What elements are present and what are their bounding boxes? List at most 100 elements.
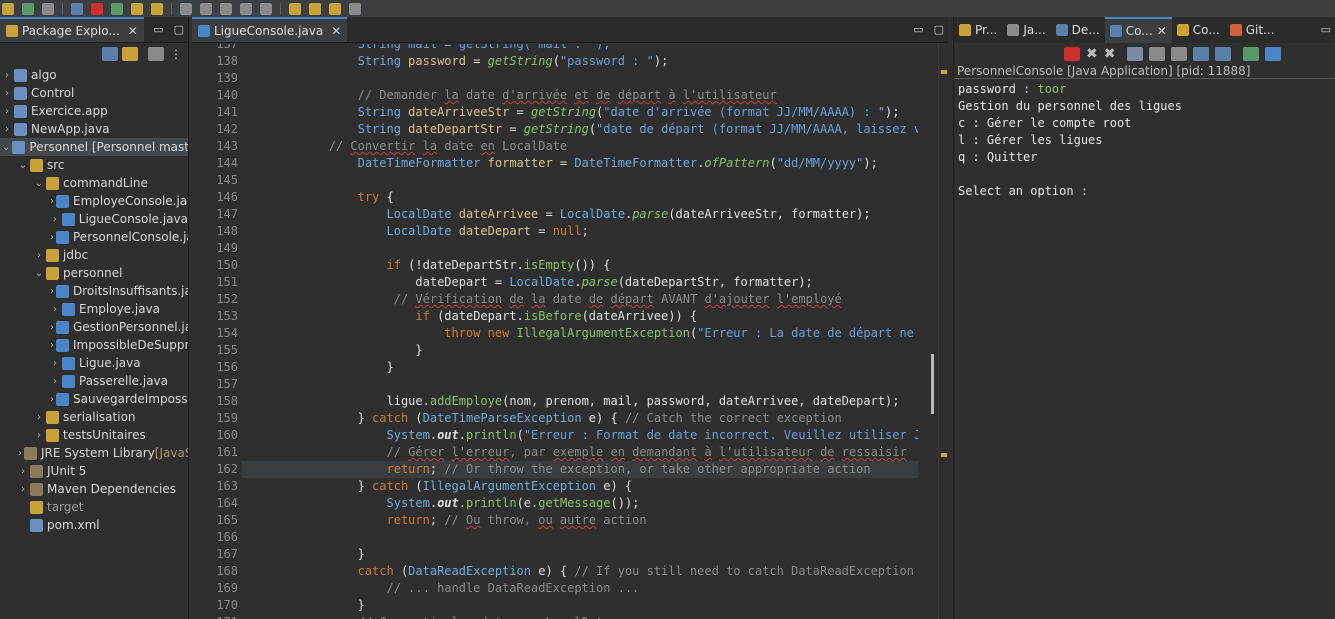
- tab-package-explorer[interactable]: Package Explo... ✕: [0, 17, 144, 42]
- tree-item[interactable]: ⌄ Personnel [Personnel master]: [0, 138, 188, 156]
- expand-arrow-icon[interactable]: ›: [50, 376, 60, 387]
- minimize-icon[interactable]: ▭: [153, 23, 163, 36]
- remove-launch-icon[interactable]: ✖: [1086, 46, 1098, 62]
- expand-arrow-icon[interactable]: ›: [2, 88, 12, 99]
- expand-arrow-icon[interactable]: ›: [50, 304, 60, 315]
- code-line[interactable]: String dateDepartStr = getString("date d…: [242, 121, 918, 138]
- code-line[interactable]: [242, 70, 918, 87]
- code-line[interactable]: [242, 172, 918, 189]
- editor-overview-ruler[interactable]: [938, 44, 948, 619]
- console-output[interactable]: password : toor Gestion du personnel des …: [954, 79, 1335, 202]
- code-line[interactable]: LocalDate dateArrivee = LocalDate.parse(…: [242, 206, 918, 223]
- back-icon[interactable]: [289, 2, 301, 15]
- code-line[interactable]: catch (DataReadException e) { // If you …: [242, 563, 918, 580]
- code-line[interactable]: LocalDate dateDepart = null;: [242, 223, 918, 240]
- code-line[interactable]: throw new IllegalArgumentException("Erre…: [242, 325, 918, 342]
- code-line[interactable]: if (dateDepart.isBefore(dateArrivee)) {: [242, 308, 918, 325]
- print-icon[interactable]: [42, 2, 54, 15]
- code-line[interactable]: } catch (DateTimeParseException e) { // …: [242, 410, 918, 427]
- code-line[interactable]: String mail = getString("mail : ");: [242, 44, 918, 53]
- expand-arrow-icon[interactable]: ⌄: [18, 160, 28, 171]
- tree-item[interactable]: › PersonnelConsole.java: [0, 228, 188, 246]
- link-editor-icon[interactable]: [122, 46, 138, 61]
- code-line[interactable]: // Gérer l'erreur, par exemple en demand…: [242, 444, 918, 461]
- pin-console-icon[interactable]: [1193, 46, 1210, 61]
- stop-icon[interactable]: [91, 2, 103, 15]
- expand-arrow-icon[interactable]: ›: [2, 106, 12, 117]
- tree-item[interactable]: › Maven Dependencies: [0, 480, 188, 498]
- tree-item[interactable]: › testsUnitaires: [0, 426, 188, 444]
- tab-console[interactable]: Co... ✕: [1104, 17, 1172, 43]
- tree-item[interactable]: › Employe.java: [0, 300, 188, 318]
- maximize-icon[interactable]: ▢: [934, 23, 944, 36]
- expand-arrow-icon[interactable]: ›: [2, 70, 12, 81]
- code-line[interactable]: System.out.println(e.getMessage());: [242, 495, 918, 512]
- code-editor[interactable]: 137 138 139 140 141 142 143 144 145 146 147 148 149 1…: [192, 44, 948, 619]
- expand-arrow-icon[interactable]: ›: [50, 214, 60, 225]
- pin-icon[interactable]: [349, 2, 361, 15]
- code-line[interactable]: }: [242, 546, 918, 563]
- search-icon[interactable]: [151, 2, 163, 15]
- tree-item[interactable]: pom.xml: [0, 516, 188, 534]
- expand-arrow-icon[interactable]: ›: [50, 286, 54, 297]
- expand-arrow-icon[interactable]: ›: [50, 340, 54, 351]
- tree-item[interactable]: › JRE System Library [JavaSE: [0, 444, 188, 462]
- expand-arrow-icon[interactable]: ›: [50, 322, 54, 333]
- run-icon[interactable]: [111, 2, 123, 15]
- code-line[interactable]: }: [242, 597, 918, 614]
- expand-arrow-icon[interactable]: ›: [34, 250, 44, 261]
- tree-item[interactable]: › Ligue.java: [0, 354, 188, 372]
- code-line[interactable]: }: [242, 359, 918, 376]
- tab-git[interactable]: Git...: [1225, 17, 1280, 43]
- tab-coverage[interactable]: Co...: [1172, 17, 1225, 43]
- code-line[interactable]: String dateArriveeStr = getString("date …: [242, 104, 918, 121]
- tree-item[interactable]: › jdbc: [0, 246, 188, 264]
- mark-icon[interactable]: [200, 2, 212, 15]
- tree-item[interactable]: › DroitsInsuffisants.java: [0, 282, 188, 300]
- filter-icon[interactable]: [148, 46, 164, 61]
- expand-arrow-icon[interactable]: ›: [2, 124, 12, 135]
- tree-item[interactable]: › JUnit 5: [0, 462, 188, 480]
- new-console-icon[interactable]: [1265, 46, 1282, 61]
- toggle-icon[interactable]: [180, 2, 192, 15]
- tree-item[interactable]: › Exercice.app: [0, 102, 188, 120]
- annotation-icon[interactable]: [220, 2, 232, 15]
- maximize-icon[interactable]: ▢: [174, 23, 184, 36]
- tab-javadoc[interactable]: Ja...: [1002, 17, 1050, 43]
- code-line[interactable]: String password = getString("password : …: [242, 53, 918, 70]
- close-icon[interactable]: ✕: [128, 24, 138, 38]
- code-line[interactable]: DateTimeFormatter formatter = DateTimeFo…: [242, 155, 918, 172]
- display-console-icon[interactable]: [1215, 46, 1232, 61]
- tab-declaration[interactable]: De...: [1051, 17, 1105, 43]
- scrollbar-thumb[interactable]: [931, 354, 934, 414]
- remove-all-icon[interactable]: ✖: [1104, 46, 1116, 62]
- clear-console-icon[interactable]: [1127, 46, 1144, 61]
- tree-item[interactable]: › Control: [0, 84, 188, 102]
- code-line[interactable]: return; // Ou throw, ou autre action: [242, 512, 918, 529]
- expand-arrow-icon[interactable]: ›: [50, 232, 54, 243]
- warning-marker[interactable]: [941, 70, 947, 74]
- tree-item[interactable]: › Passerelle.java: [0, 372, 188, 390]
- tree-item[interactable]: › algo: [0, 66, 188, 84]
- code-line[interactable]: [242, 240, 918, 257]
- code-line[interactable]: [242, 529, 918, 546]
- close-icon[interactable]: ✕: [1157, 24, 1167, 38]
- tree-item[interactable]: › LigueConsole.java: [0, 210, 188, 228]
- expand-arrow-icon[interactable]: ›: [34, 430, 44, 441]
- open-type-icon[interactable]: [131, 2, 143, 15]
- expand-arrow-icon[interactable]: ›: [34, 412, 44, 423]
- code-line[interactable]: // Convertir les dates en LocalDate: [242, 614, 918, 619]
- tab-ligueconsole[interactable]: LigueConsole.java ✕: [192, 17, 348, 42]
- tree-item[interactable]: ⌄ commandLine: [0, 174, 188, 192]
- tree-item[interactable]: › NewApp.java: [0, 120, 188, 138]
- source-code[interactable]: String mail = getString("mail : "); Stri…: [242, 44, 918, 619]
- code-line[interactable]: // Demander la date d'arrivée et de dépa…: [242, 87, 918, 104]
- code-line[interactable]: System.out.println("Erreur : Format de d…: [242, 427, 918, 444]
- expand-arrow-icon[interactable]: ›: [50, 394, 54, 405]
- expand-arrow-icon[interactable]: ⌄: [34, 178, 44, 189]
- next-icon[interactable]: [329, 2, 341, 15]
- terminate-icon[interactable]: [1064, 46, 1080, 61]
- view-menu-icon[interactable]: ⋮: [170, 47, 182, 61]
- collapse-all-icon[interactable]: [102, 46, 118, 61]
- close-icon[interactable]: ✕: [331, 24, 341, 38]
